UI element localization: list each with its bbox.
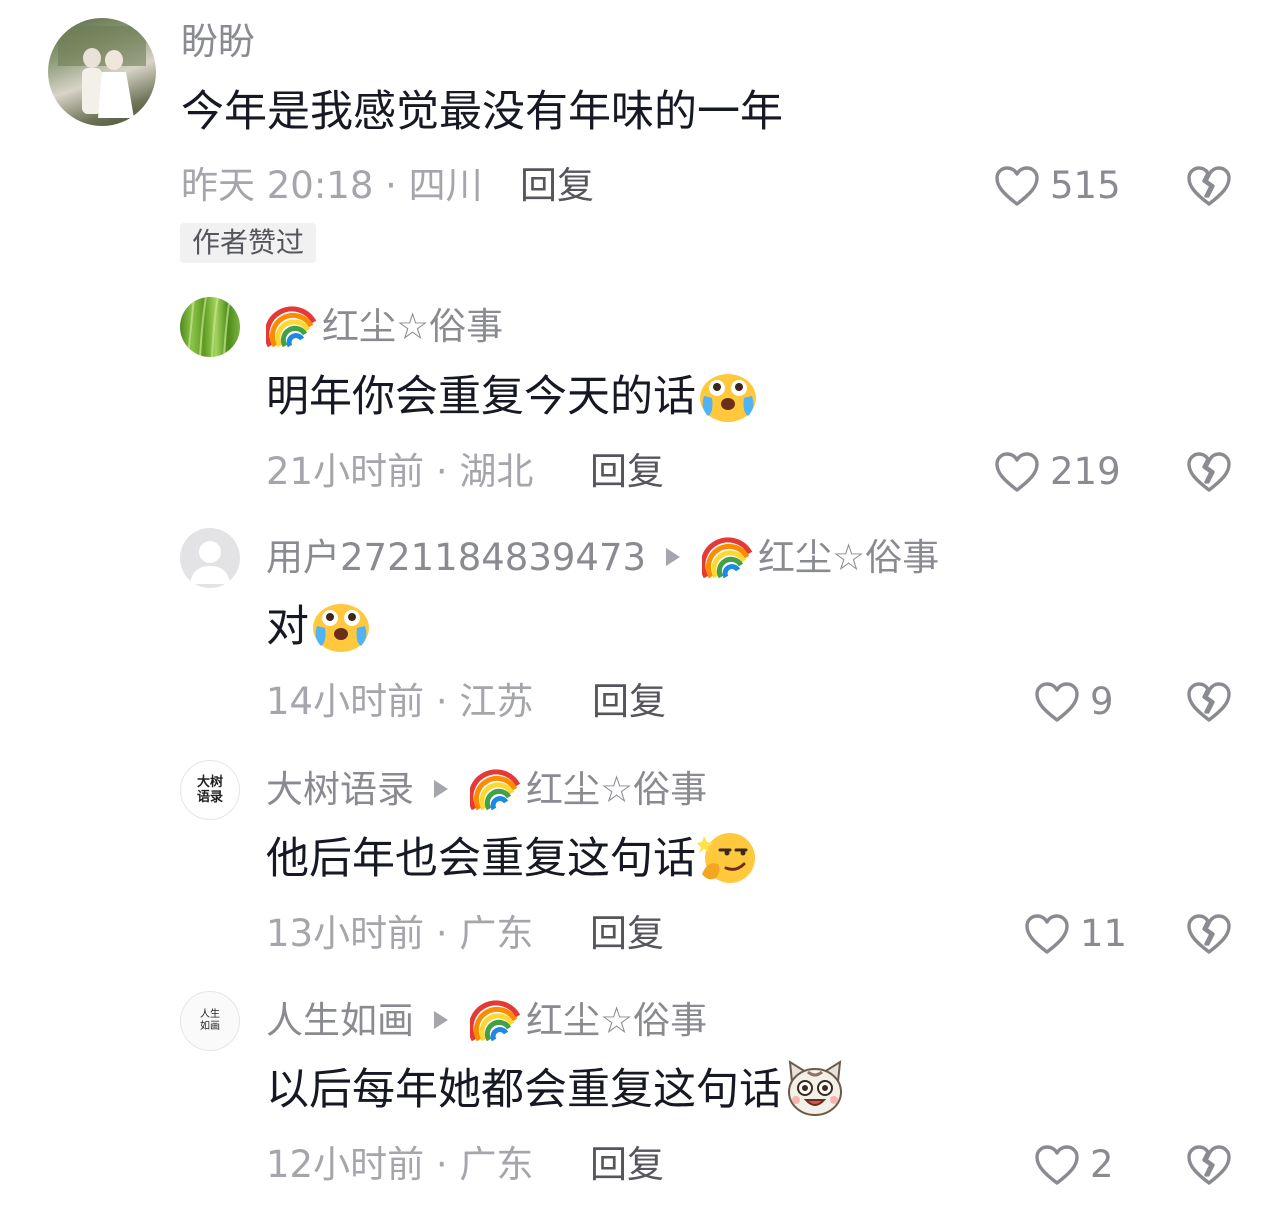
avatar-photo-icon [58,26,146,118]
heart-icon [1035,1145,1079,1185]
heart-icon [1025,914,1069,954]
reply-button[interactable]: 回复 [590,912,664,956]
reply-author-line: 红尘☆俗事 [266,305,503,352]
thinking-smirk-emoji-icon [698,832,755,883]
user-avatar[interactable] [48,18,156,126]
like-count: 9 [1090,680,1114,723]
like-button[interactable]: 9 [1034,680,1114,724]
heart-icon [995,452,1039,492]
reply-button[interactable]: 回复 [520,164,594,208]
rainbow-icon [470,1000,521,1041]
reply-text: 对 [266,602,309,652]
like-button[interactable]: 2 [1034,1143,1114,1187]
crying-laughing-emoji-icon [313,603,369,652]
broken-heart-icon [1187,1145,1231,1185]
user-silhouette-icon [190,541,230,584]
reply-to-author[interactable]: 红尘☆俗事 [758,536,939,579]
reply-text: 明年你会重复今天的话 [266,372,696,422]
like-count: 11 [1080,912,1128,955]
dislike-button[interactable] [1186,912,1232,960]
rainbow-icon [266,306,317,347]
reply-text-line: 以后每年她都会重复这句话 [266,1059,846,1122]
crying-laughing-emoji-icon [700,373,756,422]
comment-time-location: 昨天 20:18 · 四川 [181,164,483,207]
reply-time-location: 12小时前 · 广东 [266,1143,534,1186]
rainbow-icon [702,537,753,578]
reply-arrow-icon [434,779,448,798]
user-avatar[interactable]: 人生如画 [180,991,240,1051]
reply-author[interactable]: 红尘☆俗事 [322,305,503,348]
dislike-button[interactable] [1186,1143,1232,1191]
broken-heart-icon [1187,166,1231,206]
grass-icon [187,297,231,357]
like-count: 515 [1050,164,1121,207]
like-count: 219 [1050,450,1121,493]
reply-time-location: 13小时前 · 广东 [266,912,534,955]
reply-time-location: 21小时前 · 湖北 [266,450,534,493]
dislike-button[interactable] [1186,680,1232,728]
dislike-button[interactable] [1186,164,1232,212]
reply-time-location: 14小时前 · 江苏 [266,680,534,723]
user-avatar[interactable] [180,297,240,357]
reply-to-author[interactable]: 红尘☆俗事 [526,999,707,1042]
reply-author-line: 大树语录 红尘☆俗事 [266,768,707,815]
dislike-button[interactable] [1186,450,1232,498]
rainbow-icon [470,769,521,810]
avatar-calligraphy: 人生如画 [200,1009,220,1032]
like-button[interactable]: 11 [1024,912,1127,956]
like-button[interactable]: 515 [994,164,1121,208]
heart-icon [995,166,1039,206]
reply-text-line: 明年你会重复今天的话 [266,370,758,428]
default-avatar[interactable] [180,528,240,588]
reply-text-line: 他后年也会重复这句话 [266,832,758,890]
reply-text: 他后年也会重复这句话 [266,834,696,884]
comment-text: 今年是我感觉最没有年味的一年 [181,87,783,137]
reply-arrow-icon [666,547,681,566]
reply-author-line: 人生如画 红尘☆俗事 [266,999,707,1046]
like-button[interactable]: 219 [994,450,1121,494]
cat-face-emoji-icon [788,1059,842,1116]
reply-author[interactable]: 用户2721184839473 [266,536,646,579]
reply-text-line: 对 [266,600,371,658]
reply-to-author[interactable]: 红尘☆俗事 [526,768,707,811]
broken-heart-icon [1187,682,1231,722]
reply-button[interactable]: 回复 [592,680,666,724]
broken-heart-icon [1187,914,1231,954]
like-count: 2 [1090,1143,1114,1186]
comment-author[interactable]: 盼盼 [181,20,255,64]
reply-text: 以后每年她都会重复这句话 [266,1065,782,1115]
reply-arrow-icon [434,1010,448,1029]
reply-author[interactable]: 大树语录 [266,768,414,811]
author-liked-badge: 作者赞过 [180,223,317,263]
user-avatar[interactable]: 大树 语录 [180,760,240,820]
reply-author-line: 用户2721184839473 红尘☆俗事 [266,536,939,583]
reply-button[interactable]: 回复 [590,1143,664,1187]
reply-author[interactable]: 人生如画 [266,999,414,1042]
heart-icon [1035,682,1079,722]
broken-heart-icon [1187,452,1231,492]
reply-button[interactable]: 回复 [590,450,664,494]
avatar-calligraphy: 大树 语录 [196,775,223,805]
